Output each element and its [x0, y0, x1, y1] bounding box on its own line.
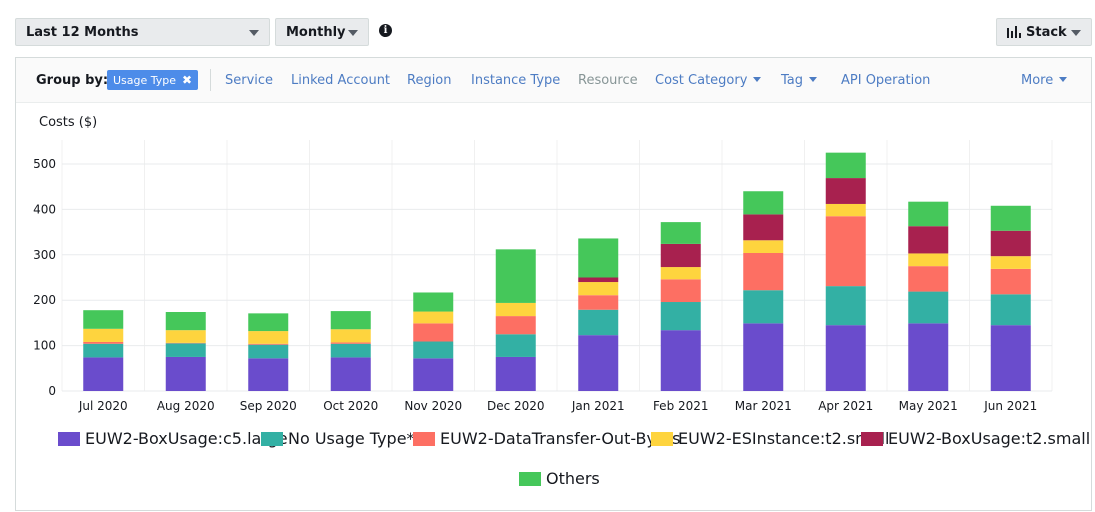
chevron-down-icon: [809, 77, 818, 82]
legend-item[interactable]: Others: [519, 469, 600, 488]
granularity-dropdown[interactable]: Monthly: [275, 18, 369, 46]
granularity-value: Monthly: [286, 24, 346, 40]
group-by-selected-label: Usage Type: [113, 73, 177, 87]
divider: [210, 69, 211, 91]
group-option-region[interactable]: Region: [407, 73, 452, 88]
y-axis-label: Costs ($): [39, 115, 98, 130]
legend-swatch: [861, 431, 883, 446]
chart-style-value: Stack: [1026, 24, 1067, 40]
more-label: More: [1021, 73, 1054, 88]
group-by-bar: Group by: Usage Type ✖ Service Linked Ac…: [16, 58, 1091, 103]
legend-swatch: [519, 471, 541, 486]
group-option-linked-account[interactable]: Linked Account: [291, 73, 390, 88]
legend-swatch: [261, 431, 283, 446]
legend-swatch: [58, 431, 80, 446]
chevron-down-icon: [249, 30, 259, 36]
group-by-selected-chip[interactable]: Usage Type ✖: [107, 70, 199, 90]
legend-label: EUW2-DataTransfer-Out-Bytes: [440, 429, 681, 448]
legend-label: EUW2-ESInstance:t2.small: [678, 429, 890, 448]
legend-label: Others: [546, 469, 600, 488]
chevron-down-icon: [348, 30, 358, 36]
group-by-label: Group by:: [36, 73, 109, 88]
legend-item[interactable]: EUW2-ESInstance:t2.small: [651, 429, 889, 448]
group-option-more[interactable]: More: [1021, 73, 1068, 88]
legend-item[interactable]: EUW2-BoxUsage:t2.small: [861, 429, 1090, 448]
info-icon[interactable]: i: [379, 24, 392, 37]
legend-swatch: [413, 431, 435, 446]
cost-category-label: Cost Category: [655, 73, 748, 88]
group-option-cost-category[interactable]: Cost Category: [655, 73, 762, 88]
time-range-value: Last 12 Months: [26, 24, 139, 40]
legend-swatch: [651, 431, 673, 446]
legend-item[interactable]: No Usage Type***: [261, 429, 431, 448]
group-option-instance-type[interactable]: Instance Type: [471, 73, 560, 88]
group-option-service[interactable]: Service: [225, 73, 273, 88]
chart-style-dropdown[interactable]: Stack: [996, 18, 1092, 46]
chevron-down-icon: [1071, 30, 1081, 36]
time-range-dropdown[interactable]: Last 12 Months: [15, 18, 270, 46]
group-option-api-operation[interactable]: API Operation: [841, 73, 930, 88]
close-icon[interactable]: ✖: [182, 73, 192, 87]
legend-item[interactable]: EUW2-DataTransfer-Out-Bytes: [413, 429, 680, 448]
legend-item[interactable]: EUW2-BoxUsage:c5.large: [58, 429, 288, 448]
tag-label: Tag: [781, 73, 804, 88]
legend-label: No Usage Type***: [288, 429, 431, 448]
legend-label: EUW2-BoxUsage:t2.small: [888, 429, 1091, 448]
group-option-resource: Resource: [578, 73, 638, 88]
legend-label: EUW2-BoxUsage:c5.large: [85, 429, 288, 448]
bar-chart-icon: [1007, 26, 1021, 38]
chevron-down-icon: [753, 77, 762, 82]
group-option-tag[interactable]: Tag: [781, 73, 818, 88]
chevron-down-icon: [1059, 77, 1068, 82]
